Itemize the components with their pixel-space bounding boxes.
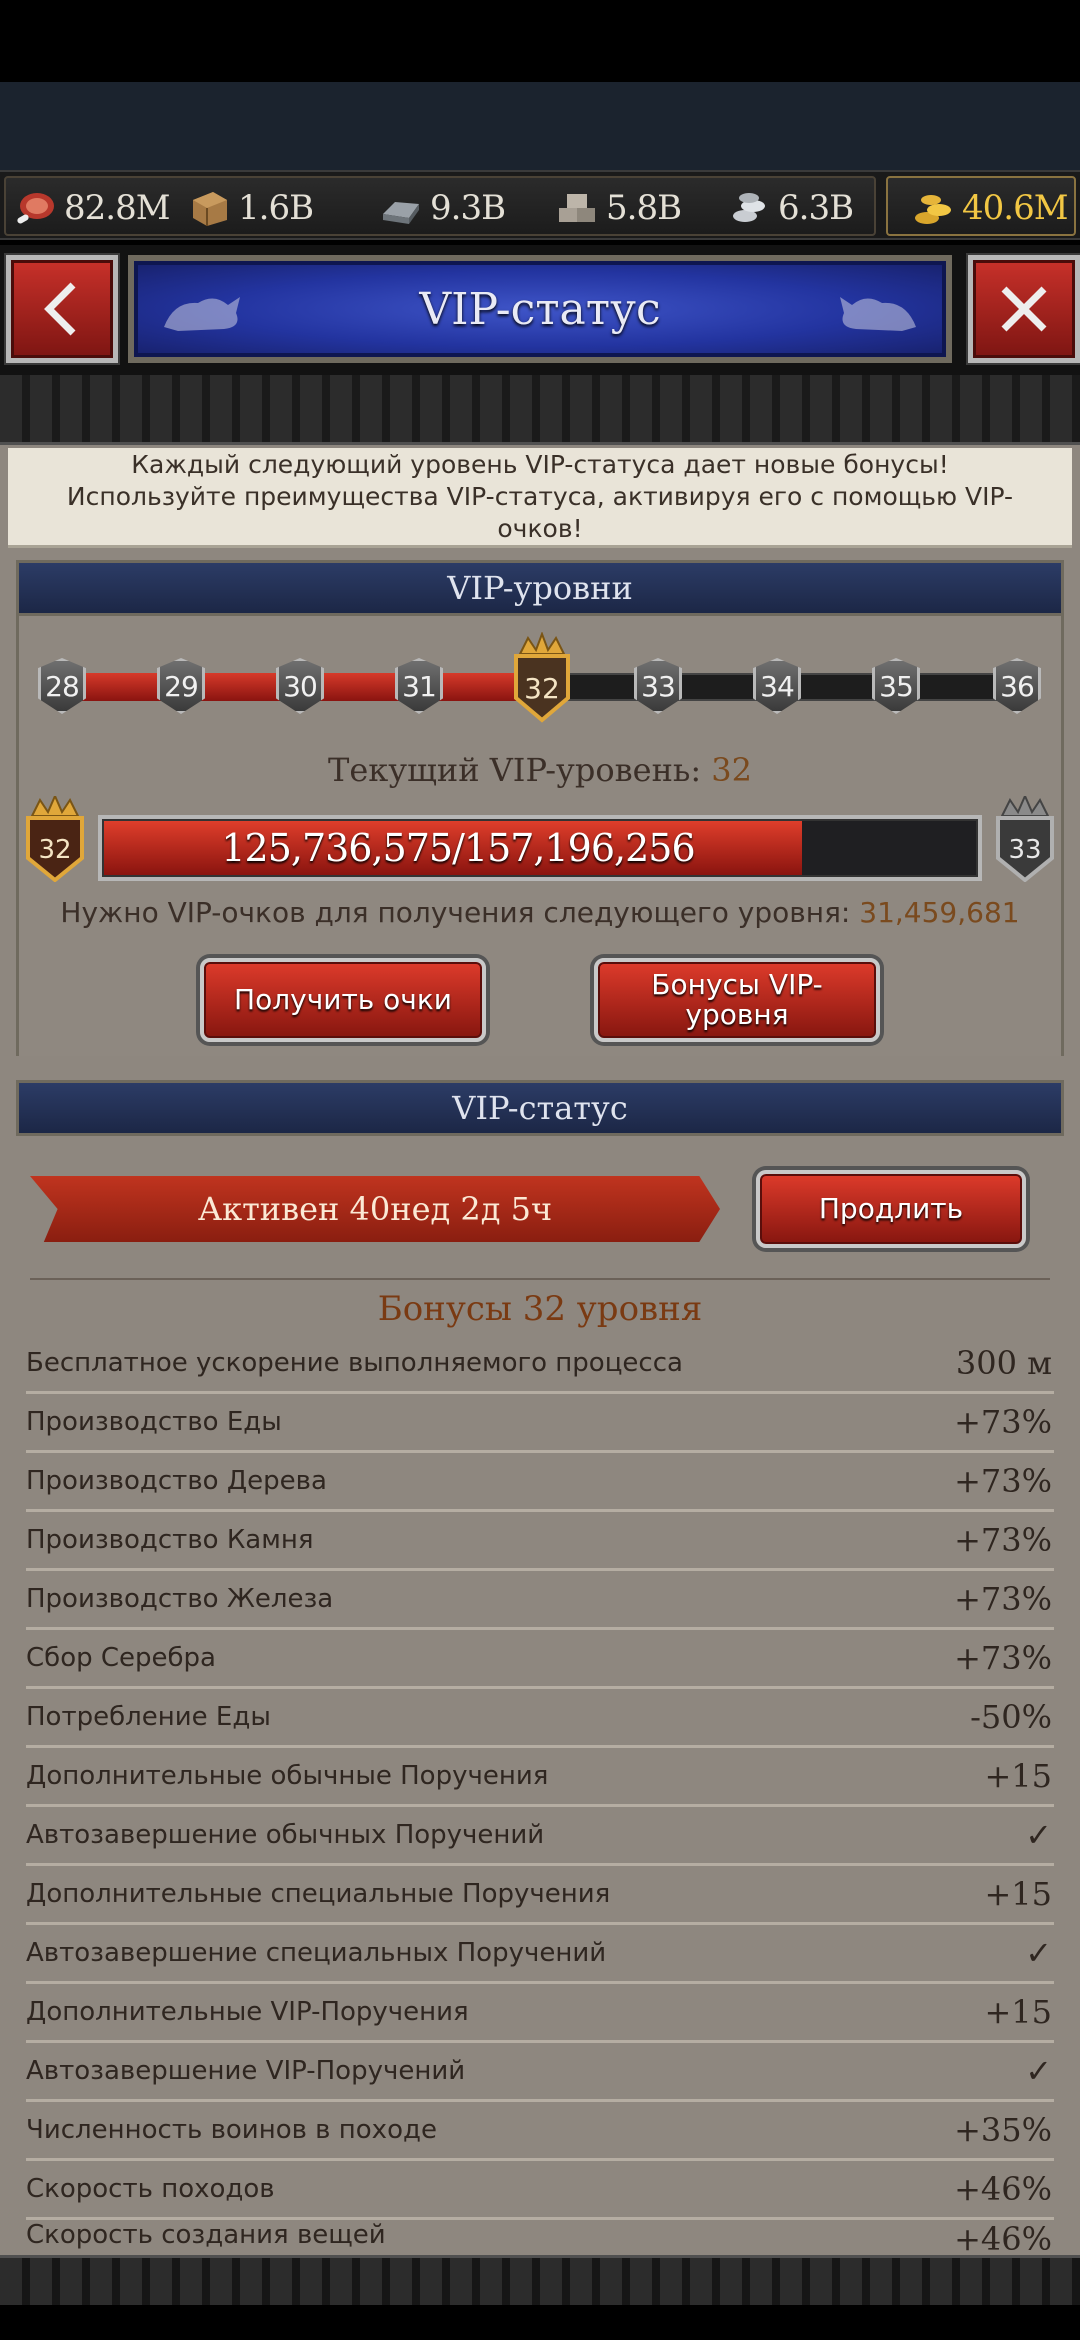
extend-label: Продлить [818,1192,964,1225]
bonus-row: Скорость походов +46% [26,2161,1054,2220]
bonus-row: Производство Дерева +73% [26,1453,1054,1512]
section-header-vip-levels: VIP-уровни [16,560,1064,616]
intro-text-box: Каждый следующий уровень VIP-статуса дае… [8,448,1072,548]
status-bar [0,0,1080,82]
points-needed-value: 31,459,681 [859,896,1020,929]
vip-points-text: 125,736,575/157,196,256 [221,826,695,870]
bonus-row: Производство Железа +73% [26,1571,1054,1630]
gold-coins-icon [910,188,956,228]
resource-gold-value: 40.6M [962,188,1069,228]
current-level-label: Текущий VIP-уровень: [328,751,702,789]
bonus-row: Производство Еды +73% [26,1394,1054,1453]
level-bonuses-button[interactable]: Бонусы VIP-уровня [594,958,880,1042]
bonus-row: Автозавершение специальных Поручений ✓ [26,1925,1054,1984]
svg-text:32: 32 [38,835,71,865]
resource-iron-value: 9.3B [430,188,506,228]
back-button[interactable] [6,255,118,363]
section-title-vip-levels: VIP-уровни [447,569,633,607]
resource-bar: 82.8M 1.6B 9.3B 5.8B 6.3B 40.6M [0,170,1080,240]
bonus-list-title: Бонусы 32 уровня [377,1289,703,1329]
next-level-shield-icon: 33 [996,796,1054,882]
active-status-ribbon: Активен 40нед 2д 5ч [30,1176,720,1242]
section-header-vip-status: VIP-статус [16,1080,1064,1136]
resource-panel: 82.8M 1.6B 9.3B 5.8B 6.3B [4,176,876,236]
meat-icon [12,188,58,228]
resource-silver-value: 6.3B [778,188,854,228]
check-icon: ✓ [1025,1934,1052,1972]
active-status-text: Активен 40нед 2д 5ч [197,1190,553,1228]
current-level-value: 32 [711,751,752,789]
get-points-button[interactable]: Получить очки [200,958,486,1042]
intro-text: Каждый следующий уровень VIP-статуса дае… [66,449,1014,543]
bonus-row: Численность воинов в походе +35% [26,2102,1054,2161]
wood-crate-icon [186,188,232,228]
bonus-row: Автозавершение обычных Поручений ✓ [26,1807,1054,1866]
resource-silver[interactable]: 6.3B [726,188,854,228]
extend-button[interactable]: Продлить [756,1170,1026,1248]
bonus-row: Дополнительные специальные Поручения +15 [26,1866,1054,1925]
resource-stone-value: 5.8B [606,188,682,228]
check-icon: ✓ [1025,1816,1052,1854]
resource-gold[interactable]: 40.6M [886,176,1076,236]
resource-stone[interactable]: 5.8B [554,188,682,228]
decorative-chain [0,375,1080,445]
resource-food-value: 82.8M [64,188,171,228]
bonus-row: Автозавершение VIP-Поручений ✓ [26,2043,1054,2102]
section-title-vip-status: VIP-статус [452,1089,628,1127]
page-title: VIP-статус [419,283,661,335]
close-button[interactable] [968,255,1080,363]
points-needed-line: Нужно VIP-очков для получения следующего… [0,896,1080,929]
current-level-shield-icon: 32 [26,796,84,882]
lion-emblem-icon [840,297,916,331]
level-bonuses-label: Бонусы VIP-уровня [651,968,823,1031]
header: VIP-статус [0,245,1080,375]
resource-iron[interactable]: 9.3B [378,188,506,228]
top-spacer [0,82,1080,170]
bonus-row: Производство Камня +73% [26,1512,1054,1571]
get-points-label: Получить очки [234,983,452,1016]
bonus-row: Дополнительные VIP-Поручения +15 [26,1984,1054,2043]
lion-emblem-icon [164,297,240,331]
chevron-left-icon [44,282,76,336]
bonus-row: Бесплатное ускорение выполняемого процес… [26,1335,1054,1394]
points-needed-label: Нужно VIP-очков для получения следующего… [60,896,851,929]
resource-food[interactable]: 82.8M [12,188,171,228]
bonus-row: Сбор Серебра +73% [26,1630,1054,1689]
close-icon [1001,286,1047,332]
silver-coins-icon [726,188,772,228]
svg-text:33: 33 [1008,835,1041,865]
bottom-bar [0,2305,1080,2340]
title-banner: VIP-статус [128,255,952,363]
iron-ingot-icon [378,188,424,228]
bonus-row: Потребление Еды -50% [26,1689,1054,1748]
check-icon: ✓ [1025,2052,1052,2090]
current-level-line: Текущий VIP-уровень: 32 [0,751,1080,789]
decorative-chain-bottom [0,2255,1080,2305]
crown-shield-icon: 32 [514,631,570,723]
bonus-row: Дополнительные обычные Поручения +15 [26,1748,1054,1807]
ornament-divider [30,1278,1050,1280]
resource-wood[interactable]: 1.6B [186,188,314,228]
resource-wood-value: 1.6B [238,188,314,228]
level-node-current[interactable]: 32 [510,631,574,724]
stone-blocks-icon [554,188,600,228]
bonus-row: Скорость создания вещей +46% [26,2220,1052,2255]
svg-text:32: 32 [524,672,560,705]
